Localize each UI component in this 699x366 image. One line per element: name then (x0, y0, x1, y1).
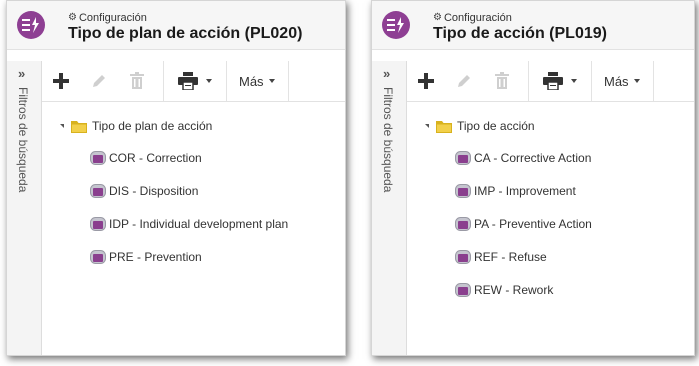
tree-item[interactable]: REW - Rework (455, 283, 553, 297)
tree-item-label: IDP - Individual development plan (109, 217, 289, 231)
action-plan-type-window: ⚙ Configuración Tipo de plan de acción (… (6, 0, 346, 356)
tree-item[interactable]: IMP - Improvement (455, 184, 576, 198)
printer-icon (178, 72, 198, 90)
gear-icon: ⚙ (433, 12, 442, 23)
collapse-arrow-icon[interactable] (60, 124, 64, 128)
tree-item[interactable]: PA - Preventive Action (455, 217, 592, 231)
chevron-down-icon (571, 79, 577, 83)
tree-item[interactable]: IDP - Individual development plan (90, 217, 288, 231)
tree-item[interactable]: PRE - Prevention (90, 250, 202, 264)
record-icon (455, 184, 471, 198)
tree-item-label: REF - Refuse (474, 250, 547, 264)
collapse-arrow-icon[interactable] (425, 124, 429, 128)
breadcrumb: ⚙ Configuración (68, 12, 147, 24)
trash-icon (130, 72, 144, 89)
tree-item[interactable]: DIS - Disposition (90, 184, 198, 198)
record-icon (90, 217, 106, 231)
pencil-icon (93, 75, 105, 87)
toolbar: Más (42, 61, 345, 102)
printer-icon (543, 72, 563, 90)
record-icon (455, 283, 471, 297)
trash-icon (495, 72, 509, 89)
record-icon (455, 217, 471, 231)
tree-root-label: Tipo de acción (457, 119, 535, 133)
more-button[interactable]: Más (239, 61, 275, 101)
tree-item[interactable]: COR - Correction (90, 151, 202, 165)
toolbar: Más (407, 61, 694, 102)
tree-item[interactable]: REF - Refuse (455, 250, 547, 264)
page-title: Tipo de plan de acción (PL020) (68, 25, 303, 42)
tree-root[interactable]: Tipo de plan de acción (60, 119, 212, 133)
more-button[interactable]: Más (604, 61, 640, 101)
window-header: ⚙ Configuración Tipo de plan de acción (… (7, 1, 345, 50)
tree-item-label: COR - Correction (109, 151, 202, 165)
search-filters-sidebar[interactable]: » Filtros de búsqueda (372, 61, 407, 355)
action-type-window: ⚙ Configuración Tipo de acción (PL019) »… (371, 0, 695, 356)
more-label: Más (604, 73, 629, 89)
double-chevron-right-icon[interactable]: » (383, 66, 390, 81)
more-label: Más (239, 73, 264, 89)
page-title: Tipo de acción (PL019) (433, 25, 607, 42)
print-button[interactable] (168, 61, 222, 101)
action-plan-icon (17, 11, 45, 39)
plus-icon (418, 73, 434, 89)
delete-button[interactable] (483, 61, 521, 101)
gear-icon: ⚙ (68, 12, 77, 23)
tree-root-label: Tipo de plan de acción (92, 119, 213, 133)
folder-icon (71, 120, 87, 133)
plus-icon (53, 73, 69, 89)
tree-view: Tipo de plan de acción COR - Correction … (42, 102, 345, 355)
chevron-down-icon (633, 79, 640, 83)
add-button[interactable] (407, 61, 445, 101)
chevron-down-icon (206, 79, 212, 83)
breadcrumb: ⚙ Configuración (433, 12, 512, 24)
pencil-icon (458, 75, 470, 87)
record-icon (455, 250, 471, 264)
tree-item[interactable]: CA - Corrective Action (455, 151, 591, 165)
tree-root[interactable]: Tipo de acción (425, 119, 535, 133)
print-button[interactable] (533, 61, 587, 101)
tree-view: Tipo de acción CA - Corrective Action IM… (407, 102, 694, 355)
record-icon (455, 151, 471, 165)
tree-item-label: PRE - Prevention (109, 250, 202, 264)
config-label: Configuración (443, 12, 512, 24)
tree-item-label: PA - Preventive Action (474, 217, 592, 231)
sidebar-label: Filtros de búsqueda (381, 87, 395, 193)
edit-button[interactable] (445, 61, 483, 101)
double-chevron-right-icon[interactable]: » (18, 66, 25, 81)
action-plan-icon (382, 11, 410, 39)
chevron-down-icon (268, 79, 275, 83)
folder-icon (436, 120, 452, 133)
edit-button[interactable] (80, 61, 118, 101)
record-icon (90, 184, 106, 198)
search-filters-sidebar[interactable]: » Filtros de búsqueda (7, 61, 42, 355)
record-icon (90, 151, 106, 165)
sidebar-label: Filtros de búsqueda (16, 87, 30, 193)
record-icon (90, 250, 106, 264)
window-header: ⚙ Configuración Tipo de acción (PL019) (372, 1, 694, 50)
tree-item-label: DIS - Disposition (109, 184, 199, 198)
tree-item-label: REW - Rework (474, 283, 554, 297)
add-button[interactable] (42, 61, 80, 101)
tree-item-label: IMP - Improvement (474, 184, 576, 198)
config-label: Configuración (78, 12, 147, 24)
delete-button[interactable] (118, 61, 156, 101)
tree-item-label: CA - Corrective Action (474, 151, 592, 165)
